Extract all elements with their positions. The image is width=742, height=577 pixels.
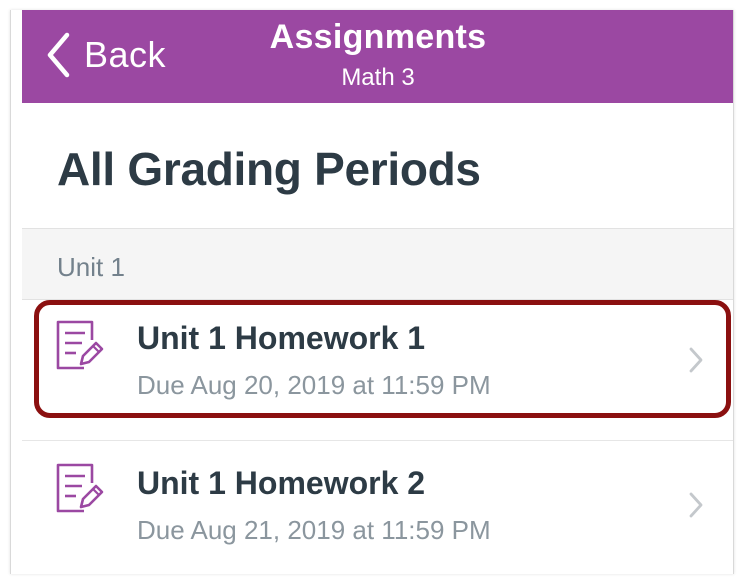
- nav-subtitle: Math 3: [341, 64, 415, 91]
- assignment-due-date: Due Aug 20, 2019 at 11:59 PM: [137, 370, 491, 400]
- assignment-icon: [54, 318, 104, 377]
- nav-title: Assignments: [269, 18, 487, 56]
- assignment-title: Unit 1 Homework 2: [137, 465, 426, 501]
- section-header: Unit 1: [22, 228, 733, 300]
- navigation-bar: Back Assignments Math 3: [22, 10, 733, 103]
- assignment-row[interactable]: Unit 1 Homework 1 Due Aug 20, 2019 at 11…: [22, 298, 733, 426]
- page-title: All Grading Periods: [57, 143, 481, 195]
- chevron-right-icon: [688, 491, 704, 524]
- assignment-icon: [54, 461, 104, 520]
- assignment-due-date: Due Aug 21, 2019 at 11:59 PM: [137, 515, 491, 545]
- section-label: Unit 1: [57, 252, 125, 282]
- chevron-right-icon: [688, 346, 704, 379]
- assignment-row[interactable]: Unit 1 Homework 2 Due Aug 21, 2019 at 11…: [22, 440, 733, 569]
- assignment-title: Unit 1 Homework 1: [137, 320, 426, 356]
- app-screen: Back Assignments Math 3 All Grading Peri…: [10, 10, 734, 574]
